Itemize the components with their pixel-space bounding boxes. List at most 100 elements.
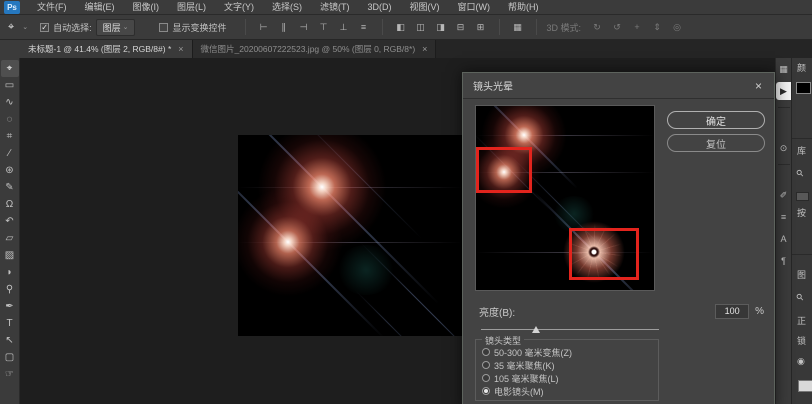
lens-option-105mm-prime[interactable]: 105 毫米聚焦(L) — [482, 372, 559, 384]
path-selection-tool[interactable]: ↖ — [1, 332, 19, 349]
menu-type[interactable]: 文字(Y) — [215, 0, 263, 15]
hand-tool[interactable]: ☞ — [1, 366, 19, 383]
menu-view[interactable]: 视图(V) — [401, 0, 449, 15]
libraries-sort-label: 按 — [797, 206, 806, 219]
align-left-icon[interactable]: ⊢ — [256, 22, 272, 33]
libraries-button[interactable] — [796, 192, 809, 201]
lens-flare-dialog: 镜头光晕 × 确定 复位 亮度(B): 100 % — [462, 72, 775, 404]
pan-3d-icon[interactable]: + — [629, 22, 645, 32]
brush-tool[interactable]: ✎ — [1, 179, 19, 196]
align-bottom-icon[interactable]: ⊥ — [336, 22, 352, 33]
align-center-h-icon[interactable]: ∥ — [276, 22, 292, 33]
lasso-tool[interactable]: ∿ — [1, 94, 19, 111]
docked-panels-edge: 颜 库 ⚲ 按 图 ⚲ 正 锁 ◉ — [791, 58, 812, 404]
close-icon[interactable]: × — [753, 79, 764, 93]
paragraph-panel-icon[interactable]: ¶ — [776, 252, 791, 270]
document-tab-untitled[interactable]: 未标题-1 @ 41.4% (图层 2, RGB/8#) * × — [20, 40, 193, 58]
dolly-3d-icon[interactable]: ◎ — [669, 22, 685, 33]
flare-streak — [238, 146, 384, 336]
panel-divider — [792, 254, 812, 255]
tool-preset-caret-icon[interactable]: ⌄ — [22, 23, 28, 31]
eyedropper-tool[interactable]: ∕ — [1, 145, 19, 162]
align-top-icon[interactable]: ⊤ — [316, 22, 332, 33]
brushes-panel-icon[interactable]: ≡ — [776, 208, 791, 226]
search-icon[interactable]: ⚲ — [794, 167, 806, 179]
menu-3d[interactable]: 3D(D) — [359, 0, 401, 15]
color-panel-tab[interactable]: 颜 — [797, 61, 806, 74]
align-center-v-icon[interactable]: ≡ — [356, 22, 372, 32]
move-tool[interactable]: ⌖ — [1, 60, 19, 77]
panel-icon-strip: ▦ ▶ ⊙ ✐ ≡ A ¶ — [775, 58, 791, 404]
menu-select[interactable]: 选择(S) — [263, 0, 311, 15]
layer-visibility-eye-icon[interactable]: ◉ — [797, 356, 805, 367]
reset-button[interactable]: 复位 — [667, 134, 765, 152]
clone-source-panel-icon[interactable]: ⊙ — [776, 139, 791, 157]
type-tool[interactable]: T — [1, 315, 19, 332]
brush-settings-panel-icon[interactable]: ✐ — [776, 186, 791, 204]
brightness-value-input[interactable]: 100 — [715, 304, 749, 319]
lens-flare — [475, 135, 541, 209]
eraser-tool[interactable]: ▱ — [1, 230, 19, 247]
menu-edit[interactable]: 编辑(E) — [76, 0, 124, 15]
menu-image[interactable]: 图像(I) — [124, 0, 169, 15]
healing-brush-tool[interactable]: ⊛ — [1, 162, 19, 179]
flare-selection-box[interactable] — [476, 147, 532, 193]
document-tab-wechat-image[interactable]: 微信图片_20200607222523.jpg @ 50% (图层 0, RGB… — [193, 40, 437, 58]
distribute-spacing-icon[interactable]: ▦ — [510, 22, 526, 33]
roll-3d-icon[interactable]: ↺ — [609, 22, 625, 33]
flare-preview[interactable] — [475, 105, 655, 291]
lens-option-50-300-zoom[interactable]: 50-300 毫米变焦(Z) — [482, 346, 572, 358]
show-transform-checkbox[interactable]: ✓ — [159, 23, 168, 32]
layers-panel-tab[interactable]: 图 — [797, 268, 806, 281]
marquee-tool[interactable]: ▭ — [1, 77, 19, 94]
tab-bar-spacer — [0, 40, 20, 58]
blur-tool[interactable]: ◗ — [1, 264, 19, 281]
clone-stamp-tool[interactable]: Ω — [1, 196, 19, 213]
close-icon[interactable]: × — [178, 44, 183, 54]
rectangle-tool[interactable]: ▢ — [1, 349, 19, 366]
layer-thumbnail[interactable] — [798, 380, 812, 392]
lens-option-movie-prime[interactable]: 电影镜头(M) — [482, 385, 544, 397]
orbit-3d-icon[interactable]: ↻ — [589, 22, 605, 33]
percent-label: % — [755, 306, 764, 317]
gradient-tool[interactable]: ▨ — [1, 247, 19, 264]
character-panel-icon[interactable]: A — [776, 230, 791, 248]
slider-thumb[interactable] — [532, 326, 540, 333]
history-brush-tool[interactable]: ↶ — [1, 213, 19, 230]
document-canvas[interactable] — [238, 135, 464, 336]
foreground-color-swatch[interactable] — [796, 82, 811, 94]
document-tab-label: 未标题-1 @ 41.4% (图层 2, RGB/8#) * — [28, 43, 171, 55]
slide-3d-icon[interactable]: ⇕ — [649, 22, 665, 33]
pen-tool[interactable]: ✒ — [1, 298, 19, 315]
menu-help[interactable]: 帮助(H) — [499, 0, 548, 15]
lens-flare — [481, 105, 567, 178]
auto-select-checkbox[interactable]: ✓ — [40, 23, 49, 32]
layers-filter-icon[interactable]: ⚲ — [794, 291, 806, 303]
lens-option-35mm-prime[interactable]: 35 毫米聚焦(K) — [482, 359, 555, 371]
dodge-tool[interactable]: ⚲ — [1, 281, 19, 298]
close-icon[interactable]: × — [422, 44, 427, 54]
align-right-icon[interactable]: ⊣ — [296, 22, 312, 33]
ok-button[interactable]: 确定 — [667, 111, 765, 129]
menu-window[interactable]: 窗口(W) — [449, 0, 500, 15]
panel-divider — [792, 138, 812, 139]
quick-selection-tool[interactable]: ◌ — [1, 111, 19, 128]
distribute-left-icon[interactable]: ◧ — [393, 22, 409, 33]
auto-select-target-dropdown[interactable]: 图层 ⌄ — [96, 19, 136, 36]
radio-icon — [482, 348, 490, 356]
distribute-bottom-icon[interactable]: ⊞ — [473, 22, 489, 33]
distribute-center-icon[interactable]: ◫ — [413, 22, 429, 33]
dialog-title-bar[interactable]: 镜头光晕 × — [463, 73, 774, 99]
crop-tool[interactable]: ⌗ — [1, 128, 19, 145]
flare-selection-box[interactable] — [569, 228, 639, 280]
distribute-right-icon[interactable]: ◨ — [433, 22, 449, 33]
libraries-panel-tab[interactable]: 库 — [797, 144, 806, 157]
actions-panel-icon[interactable]: ▶ — [776, 82, 792, 100]
menu-layer[interactable]: 图层(L) — [168, 0, 215, 15]
menu-filter[interactable]: 滤镜(T) — [311, 0, 359, 15]
options-divider — [382, 19, 383, 35]
menu-file[interactable]: 文件(F) — [28, 0, 76, 15]
blend-mode-label[interactable]: 正 — [797, 314, 806, 327]
distribute-top-icon[interactable]: ⊟ — [453, 22, 469, 33]
history-panel-icon[interactable]: ▦ — [776, 60, 791, 78]
